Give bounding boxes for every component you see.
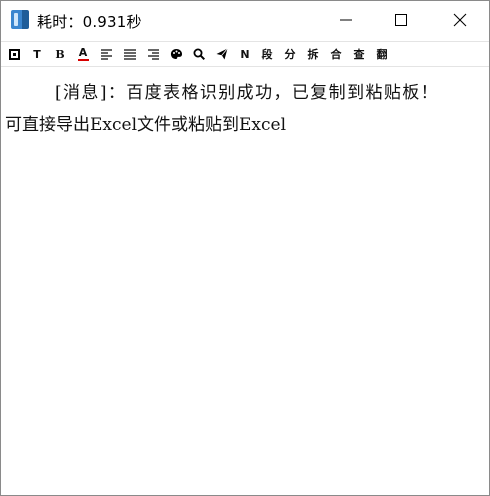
minimize-button[interactable] xyxy=(323,1,369,39)
text-icon[interactable]: T xyxy=(29,46,45,62)
minimize-icon xyxy=(340,19,352,21)
close-icon xyxy=(453,13,467,27)
send-icon[interactable] xyxy=(214,46,230,62)
search-icon[interactable] xyxy=(191,46,207,62)
font-color-letter: A xyxy=(78,46,88,59)
translate-button[interactable]: 翻 xyxy=(374,46,390,62)
palette-icon[interactable] xyxy=(168,46,184,62)
disassemble-button[interactable]: 拆 xyxy=(305,46,321,62)
split-button[interactable]: 分 xyxy=(282,46,298,62)
merge-button[interactable]: 合 xyxy=(328,46,344,62)
bold-icon[interactable]: B xyxy=(52,46,68,62)
align-left-icon[interactable] xyxy=(98,46,114,62)
align-justify-icon[interactable] xyxy=(122,46,138,62)
app-icon xyxy=(11,10,29,29)
toolbar: T B A N 段 分 拆 合 查 翻 xyxy=(1,41,489,67)
title-bar[interactable]: 耗时：0.931秒 xyxy=(1,1,489,39)
app-window: 耗时：0.931秒 T B A N 段 分 拆 合 查 翻 [消息]：百度表格识… xyxy=(0,0,490,496)
maximize-button[interactable] xyxy=(378,1,424,39)
maximize-icon xyxy=(395,14,407,26)
lookup-button[interactable]: 查 xyxy=(351,46,367,62)
text-area[interactable]: [消息]：百度表格识别成功，已复制到粘贴板！ 可直接导出Excel文件或粘贴到E… xyxy=(1,67,489,495)
align-right-icon[interactable] xyxy=(145,46,161,62)
window-title: 耗时：0.931秒 xyxy=(37,13,142,31)
close-button[interactable] xyxy=(437,1,483,39)
frame-icon[interactable] xyxy=(7,46,21,62)
font-color-icon[interactable]: A xyxy=(75,46,91,62)
n-icon[interactable]: N xyxy=(237,46,253,62)
paragraph-button[interactable]: 段 xyxy=(259,46,275,62)
message-line: [消息]：百度表格识别成功，已复制到粘贴板！ xyxy=(55,83,440,103)
font-color-swatch xyxy=(77,59,89,61)
hint-line: 可直接导出Excel文件或粘贴到Excel xyxy=(5,115,287,135)
